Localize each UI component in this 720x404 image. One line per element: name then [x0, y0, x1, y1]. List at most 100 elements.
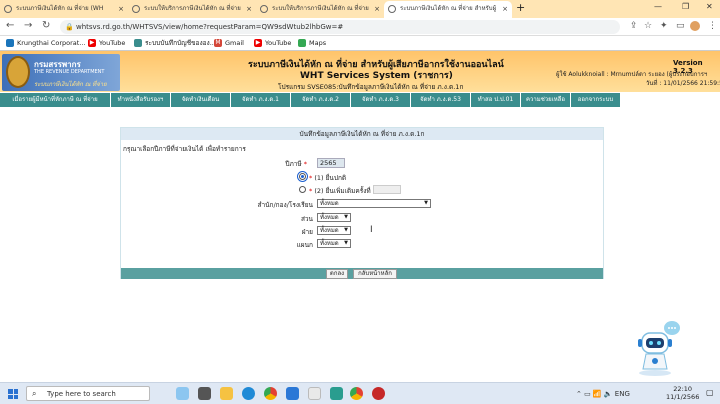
browser-tab-active[interactable]: ระบบภาษีเงินได้หัก ณ ที่จ่าย สำหรับผู้ × [384, 1, 512, 18]
division-label: ฝ่าย [301, 228, 313, 236]
web-page: กรมสรรพากร THE REVENUE DEPARTMENT ระบบภา… [0, 51, 720, 382]
site-favicon-icon [4, 5, 12, 13]
menu-item-pnd2[interactable]: จัดทำ ภ.ง.ด.2 [291, 93, 351, 107]
url-text: whtsvs.rd.go.th/WHTSVS/view/home?request… [76, 23, 344, 31]
minimize-icon[interactable]: — [654, 2, 662, 11]
sidebar-icon[interactable]: ▭ [676, 21, 685, 31]
file-explorer-icon[interactable] [220, 387, 233, 400]
back-arrow-icon[interactable]: ← [6, 20, 14, 31]
pnd1a-form: บันทึกข้อมูลภาษีเงินได้หัก ณ ที่จ่าย ภ.ง… [120, 127, 604, 279]
logo-subtitle: ระบบภาษีเงินได้หัก ณ ที่จ่าย [34, 81, 107, 88]
chevron-down-icon: ▼ [344, 214, 348, 220]
browser-tab[interactable]: ระบบให้บริการภาษีเงินได้หัก ณ ที่จ่าย × [256, 1, 384, 18]
store-icon[interactable] [286, 387, 299, 400]
bookmark-item[interactable]: ▶ YouTube [88, 38, 125, 48]
department-seal-icon [6, 56, 30, 88]
bookmark-item[interactable]: Maps [298, 38, 326, 48]
edge-icon[interactable] [242, 387, 255, 400]
additional-filing-label: * (2) ยื่นเพิ่มเติมครั้งที่ [309, 187, 371, 195]
main-menu: เมื่อรายผู้มีหน้าที่หักภาษี ณ ที่จ่าย ทำ… [0, 93, 621, 107]
lock-icon: 🔒 [65, 23, 74, 31]
bookmark-item[interactable]: Krungthai Corporat... [6, 38, 86, 48]
profile-avatar[interactable] [690, 21, 700, 31]
site-banner: กรมสรรพากร THE REVENUE DEPARTMENT ระบบภา… [0, 51, 720, 92]
close-tab-icon[interactable]: × [374, 1, 380, 17]
division-select[interactable]: ทั้งหมด ▼ [317, 226, 351, 235]
chevron-down-icon: ▼ [344, 227, 348, 233]
form-heading: บันทึกข้อมูลภาษีเงินได้หัก ณ ที่จ่าย ภ.ง… [121, 128, 603, 140]
app-icon[interactable] [330, 387, 343, 400]
app-icon[interactable] [308, 387, 321, 400]
logo-org-en: THE REVENUE DEPARTMENT [34, 69, 105, 75]
site-favicon-icon [388, 5, 396, 13]
unit-select[interactable]: ทั้งหมด ▼ [317, 239, 351, 248]
notification-icon[interactable]: ▢ [706, 388, 714, 397]
section-select[interactable]: ทั้งหมด ▼ [317, 213, 351, 222]
office-select[interactable]: ทั้งหมด ▼ [317, 199, 431, 208]
restore-icon[interactable]: ❐ [682, 2, 689, 11]
browser-tab[interactable]: ระบบให้บริการภาษีเงินได้หัก ณ ที่จ่าย × [128, 1, 256, 18]
login-date: วันที่ : 11/01/2566 21:59:5 [646, 80, 720, 87]
kebab-menu-icon[interactable]: ⋮ [708, 21, 717, 31]
close-tab-icon[interactable]: × [118, 1, 124, 17]
ledger-icon [134, 39, 142, 47]
additional-filing-radio[interactable] [299, 186, 306, 193]
chatbot-assistant-icon[interactable] [632, 319, 682, 377]
clock-time: 22:10 [673, 385, 693, 393]
system-title-en: WHT Services System (ราชการ) [300, 71, 453, 81]
youtube-icon: ▶ [88, 39, 96, 47]
clock-date: 11/1/2566 [666, 393, 700, 401]
menu-item-pnd1[interactable]: จัดทำ ภ.ง.ด.1 [231, 93, 291, 107]
menu-item-taxpayer[interactable]: เมื่อรายผู้มีหน้าที่หักภาษี ณ ที่จ่าย [0, 93, 111, 107]
bookmark-item[interactable]: ระบบบันทึกบัญชีขององ... [134, 38, 216, 48]
chrome-icon[interactable] [264, 387, 277, 400]
menu-item-pnd53[interactable]: จัดทำ ภ.ง.ด.53 [411, 93, 471, 107]
normal-filing-label: * (1) ยื่นปกติ [309, 174, 347, 182]
bookmark-item[interactable]: M Gmail [214, 38, 244, 48]
menu-item-certificate[interactable]: ทำหนังสือรับรองฯ [111, 93, 171, 107]
normal-filing-radio[interactable] [297, 171, 308, 182]
weather-widget-icon[interactable] [176, 387, 189, 400]
task-view-icon[interactable] [198, 387, 211, 400]
text-cursor-icon: I [370, 225, 373, 235]
share-icon[interactable]: ⇪ [630, 21, 638, 31]
search-icon: ⌕ [32, 389, 37, 398]
youtube-icon: ▶ [254, 39, 262, 47]
back-home-button[interactable]: กลับหน้าหลัก [353, 269, 397, 279]
ok-button[interactable]: ตกลง [326, 269, 348, 279]
taskbar-clock[interactable]: 22:10 11/1/2566 [666, 385, 699, 401]
new-tab-button[interactable]: + [516, 1, 525, 15]
menu-item-pnd3[interactable]: จัดทำ ภ.ง.ด.3 [351, 93, 411, 107]
taskbar-search-input[interactable]: ⌕ Type here to search [26, 386, 150, 401]
office-label: สำนัก/กอง/โรงเรียน [257, 201, 313, 209]
bookmark-star-icon[interactable]: ☆ [644, 21, 652, 31]
reload-icon[interactable]: ↻ [42, 20, 50, 31]
close-tab-icon[interactable]: × [502, 1, 508, 17]
browser-tab[interactable]: ระบบภาษีเงินได้หัก ณ ที่จ่าย (WH × [0, 1, 128, 18]
tab-title: ระบบภาษีเงินได้หัก ณ ที่จ่าย สำหรับผู้ [400, 5, 497, 12]
extensions-icon[interactable]: ✦ [660, 21, 668, 31]
chrome-icon[interactable] [350, 387, 363, 400]
site-favicon-icon [132, 5, 140, 13]
windows-start-icon[interactable] [8, 389, 18, 399]
additional-filing-number-input[interactable] [373, 185, 401, 194]
bookmarks-bar: Krungthai Corporat... ▶ YouTube ระบบบันทึ… [0, 36, 720, 51]
browser-toolbar: ← → ↻ 🔒 whtsvs.rd.go.th/WHTSVS/view/home?… [0, 18, 720, 36]
address-bar[interactable]: 🔒 whtsvs.rd.go.th/WHTSVS/view/home?reques… [60, 20, 620, 34]
close-tab-icon[interactable]: × [246, 1, 252, 17]
menu-item-salary[interactable]: จัดทำเงินเดือน [171, 93, 231, 107]
section-label: ส่วน [300, 215, 313, 223]
menu-item-pp01[interactable]: ทำสอ ป.ป.01 [471, 93, 521, 107]
tab-title: ระบบให้บริการภาษีเงินได้หัก ณ ที่จ่าย [272, 5, 369, 12]
bookmark-item[interactable]: ▶ YouTube [254, 38, 291, 48]
tax-year-input[interactable]: 2565 [317, 158, 345, 168]
window-close-icon[interactable]: ✕ [706, 2, 713, 11]
forward-arrow-icon[interactable]: → [24, 20, 32, 31]
gmail-icon: M [214, 39, 222, 47]
maps-icon [298, 39, 306, 47]
app-icon[interactable] [372, 387, 385, 400]
tax-year-label: ปีภาษี * [285, 160, 307, 168]
menu-item-logout[interactable]: ออกจากระบบ [571, 93, 621, 107]
menu-item-help[interactable]: ความช่วยเหลือ [521, 93, 571, 107]
system-tray[interactable]: ⌃ ▭ 📶 🔈 ENG [576, 390, 630, 398]
